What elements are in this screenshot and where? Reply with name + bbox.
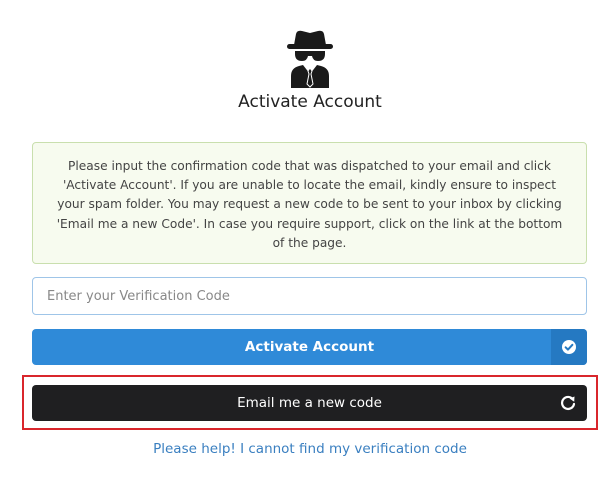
notice-text: Please input the confirmation code that … [56,159,563,250]
instructions-notice: Please input the confirmation code that … [32,142,587,264]
check-circle-icon [551,329,587,365]
activate-account-label: Activate Account [244,339,375,355]
refresh-icon [559,394,577,412]
help-link[interactable]: Please help! I cannot find my verificati… [0,441,616,457]
email-new-code-button[interactable]: Email me a new code [32,385,587,421]
page-title: Activate Account [238,92,382,112]
verification-code-input[interactable] [32,277,587,315]
incognito-spy-icon [285,30,335,88]
activate-account-button[interactable]: Activate Account [32,329,587,365]
email-new-code-label: Email me a new code [237,395,382,411]
